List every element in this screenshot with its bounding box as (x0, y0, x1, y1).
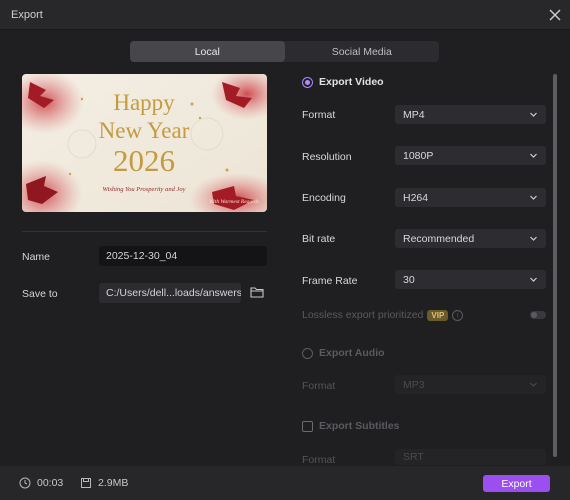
tab-local[interactable]: Local (130, 41, 285, 62)
info-icon[interactable]: i (452, 309, 464, 321)
lossless-export-row: Lossless export prioritized VIP i (302, 309, 464, 321)
save-disk-icon (81, 478, 91, 488)
frame-rate-value: 30 (403, 273, 415, 286)
lossless-toggle[interactable] (530, 311, 546, 319)
chevron-down-icon (530, 112, 537, 117)
settings-scrollbar[interactable] (553, 74, 557, 457)
name-label: Name (22, 251, 51, 263)
encoding-label: Encoding (302, 192, 346, 204)
bit-rate-select[interactable]: Recommended (395, 229, 546, 248)
preview-line-year: 2026 (113, 143, 175, 178)
audio-format-label: Format (302, 380, 336, 392)
subtitle-format-label: Format (302, 454, 336, 466)
frame-rate-label: Frame Rate (302, 275, 358, 287)
export-audio-radio[interactable] (302, 347, 313, 359)
frame-rate-select[interactable]: 30 (395, 270, 546, 289)
tab-social-media[interactable]: Social Media (285, 41, 440, 62)
format-label: Format (302, 109, 336, 121)
left-divider (22, 231, 267, 232)
export-subtitles-title: Export Subtitles (319, 420, 400, 432)
format-value: MP4 (403, 108, 425, 121)
format-select[interactable]: MP4 (395, 105, 546, 124)
chevron-down-icon (530, 277, 537, 282)
duration-value: 00:03 (37, 477, 64, 489)
preview-subtitle: Wishing You Prosperity and Joy (103, 186, 186, 193)
file-size-value: 2.9MB (98, 477, 129, 489)
encoding-select[interactable]: H264 (395, 188, 546, 207)
video-preview-thumbnail: Happy New Year 2026 Wishing You Prosperi… (22, 74, 267, 212)
vip-badge: VIP (427, 309, 449, 321)
export-button[interactable]: Export (483, 475, 550, 492)
chevron-down-icon (530, 195, 537, 200)
subtitle-format-select[interactable]: SRT (395, 449, 546, 465)
export-video-title: Export Video (319, 76, 384, 88)
bit-rate-label: Bit rate (302, 233, 336, 245)
subtitle-format-value: SRT (403, 451, 424, 463)
export-tabs: Local Social Media (130, 41, 439, 62)
close-icon[interactable] (544, 4, 566, 26)
audio-format-value: MP3 (403, 378, 425, 391)
chevron-down-icon (530, 382, 537, 387)
encoding-value: H264 (403, 191, 429, 204)
name-input[interactable]: 2025-12-30_04 (99, 246, 267, 266)
chevron-down-icon (530, 236, 537, 241)
export-subtitles-option[interactable]: Export Subtitles (302, 420, 400, 432)
bit-rate-value: Recommended (403, 232, 475, 245)
preview-line-new-year: New Year (99, 118, 190, 143)
preview-signature: With Warmest Regards (209, 199, 259, 205)
window-title: Export (11, 9, 43, 21)
export-video-radio[interactable] (302, 76, 313, 88)
title-bar: Export (0, 0, 570, 30)
resolution-value: 1080P (403, 149, 434, 162)
export-video-option[interactable]: Export Video (302, 76, 384, 88)
duration-stat: 00:03 (19, 477, 63, 489)
chevron-down-icon (530, 153, 537, 158)
export-audio-title: Export Audio (319, 347, 385, 359)
save-path-input[interactable]: C:/Users/dell...loads/answers (99, 283, 241, 303)
export-audio-option[interactable]: Export Audio (302, 347, 385, 359)
file-size-stat: 2.9MB (80, 477, 128, 489)
resolution-label: Resolution (302, 151, 352, 163)
lossless-label: Lossless export prioritized (302, 309, 424, 321)
export-subtitles-checkbox[interactable] (302, 420, 313, 432)
resolution-select[interactable]: 1080P (395, 146, 546, 165)
preview-line-happy: Happy (113, 90, 175, 115)
audio-format-select[interactable]: MP3 (395, 375, 546, 394)
clock-icon (19, 477, 31, 489)
save-to-label: Save to (22, 288, 58, 300)
folder-icon[interactable] (250, 285, 264, 299)
